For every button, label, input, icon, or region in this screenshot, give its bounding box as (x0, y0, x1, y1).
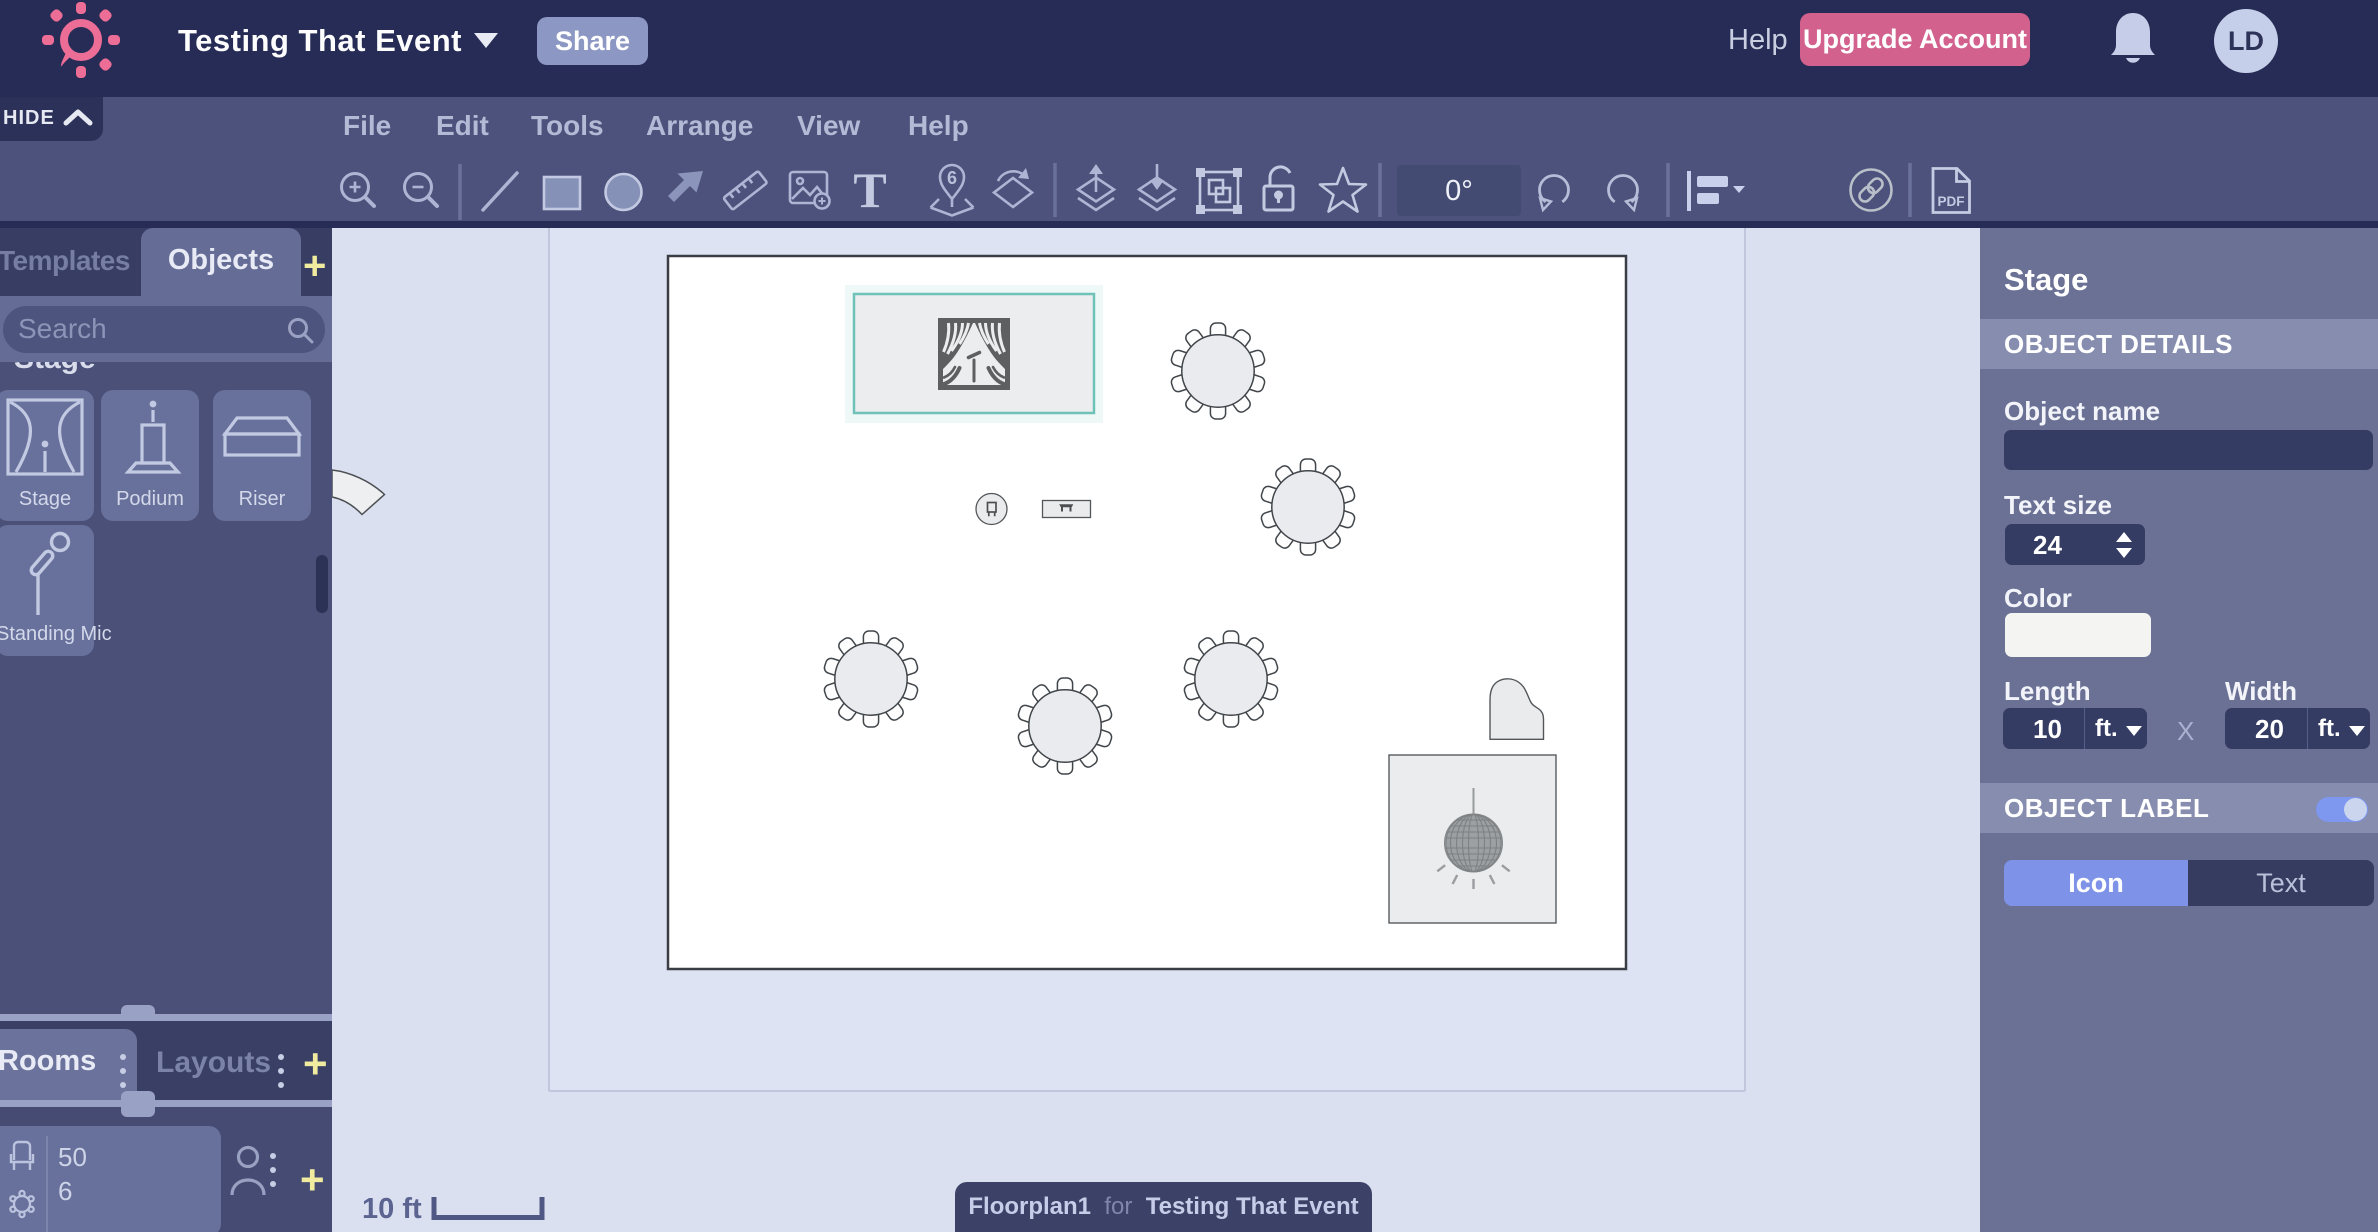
svg-text:0°: 0° (1445, 175, 1473, 207)
svg-text:10 ft: 10 ft (362, 1193, 422, 1225)
svg-text:6: 6 (947, 168, 957, 188)
svg-text:PDF: PDF (1938, 194, 1965, 209)
svg-text:T: T (853, 162, 886, 218)
